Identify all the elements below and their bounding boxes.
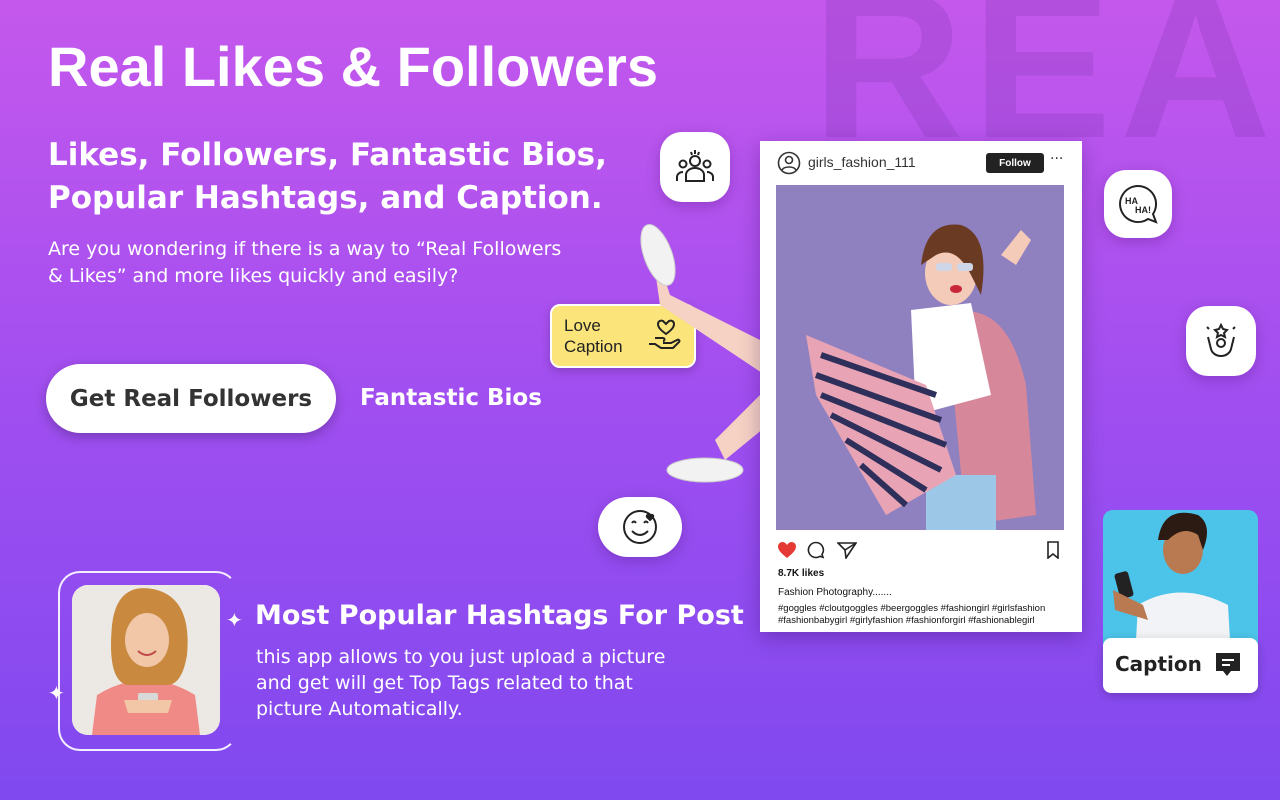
post-photo bbox=[776, 185, 1064, 530]
hero-description: Are you wondering if there is a way to “… bbox=[48, 238, 562, 287]
happy-face-icon bbox=[598, 497, 682, 557]
svg-text:HA!: HA! bbox=[1135, 205, 1151, 215]
fantastic-bios-link[interactable]: Fantastic Bios bbox=[360, 385, 542, 411]
haha-chat-icon: HA HA! bbox=[1104, 170, 1172, 238]
love-caption-label: Love Caption bbox=[564, 316, 623, 356]
sparkle-icon: ✦ bbox=[48, 681, 65, 705]
page-title: Real Likes & Followers bbox=[48, 35, 658, 98]
like-heart-icon[interactable] bbox=[777, 541, 797, 559]
avatar-icon bbox=[777, 151, 801, 175]
instagram-post-card: girls_fashion_111 Follow ··· 8.7K likes … bbox=[760, 141, 1082, 632]
bookmark-icon[interactable] bbox=[1046, 541, 1060, 559]
caption-card-label: Caption bbox=[1115, 652, 1202, 676]
users-group-icon bbox=[660, 132, 730, 202]
star-person-icon bbox=[1186, 306, 1256, 376]
likes-count: 8.7K likes bbox=[778, 568, 825, 579]
follow-button[interactable]: Follow bbox=[986, 153, 1044, 173]
feature-photo bbox=[72, 585, 220, 735]
feature-title: Most Popular Hashtags For Post bbox=[255, 600, 744, 631]
post-hashtags: #goggles #cloutgoggles #beergoggles #fas… bbox=[778, 603, 1046, 626]
more-options-icon[interactable]: ··· bbox=[1050, 151, 1063, 167]
sparkle-icon: ✦ bbox=[226, 608, 243, 632]
caption-card: Caption bbox=[1103, 638, 1258, 693]
model-legs-illustration bbox=[640, 224, 780, 483]
post-caption: Fashion Photography....... bbox=[778, 587, 892, 598]
get-real-followers-button[interactable]: Get Real Followers bbox=[46, 364, 336, 433]
comment-icon[interactable] bbox=[807, 541, 825, 559]
chat-bubble-icon bbox=[1216, 653, 1240, 676]
post-username[interactable]: girls_fashion_111 bbox=[808, 154, 916, 170]
page-subtitle: Likes, Followers, Fantastic Bios, Popula… bbox=[48, 137, 607, 216]
share-icon[interactable] bbox=[837, 541, 857, 559]
feature-description: this app allows to you just upload a pic… bbox=[256, 646, 666, 720]
